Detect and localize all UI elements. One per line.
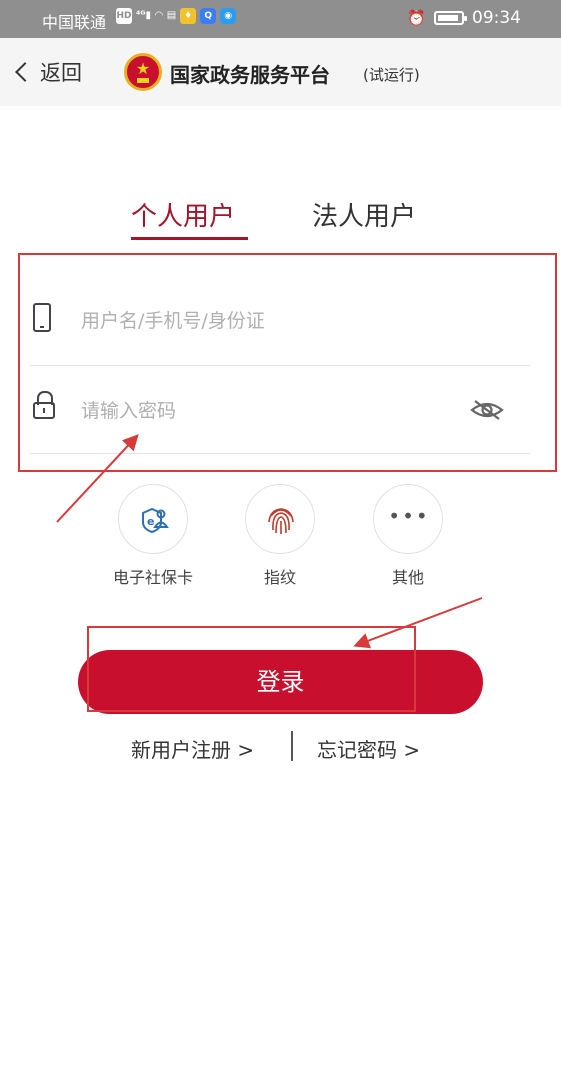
alt-login-circle: e [118,484,188,554]
search-app-icon: Q [200,8,217,24]
page-title: 国家政务服务平台 [170,63,330,87]
alarm-icon: ⏰ [407,9,426,27]
alt-login-social-security-card[interactable]: e 电子社保卡 [98,484,208,588]
app-icon: ♦ [180,8,197,24]
status-right: ⏰ 09:34 [407,8,521,28]
svg-text:e: e [147,515,154,528]
app-header: 返回 国家政务服务平台 (试运行) [0,38,561,106]
4g-signal-icon: ⁴ᴳ▮ [136,10,152,21]
back-label: 返回 [40,61,82,85]
alt-login-label: 其他 [391,568,424,587]
alt-login-label: 指纹 [263,568,296,587]
fingerprint-icon [268,508,294,534]
annotation-box-form [18,253,557,472]
bulb-app-icon: ◉ [220,8,237,24]
clock: 09:34 [472,8,521,28]
active-tab-indicator [131,237,248,240]
battery-icon [434,11,467,25]
alt-login-fingerprint[interactable]: 指纹 [225,484,335,588]
alt-login-other[interactable]: ••• 其他 [353,484,463,588]
wifi-icon: ◠ [155,10,163,21]
tab-personal-user[interactable]: 个人用户 [131,196,235,233]
social-security-card-icon: e [142,507,169,534]
more-icon: ••• [388,504,430,528]
national-emblem-logo [124,53,162,91]
hd-icon: HD [116,8,132,24]
chevron-left-icon [15,62,35,82]
forgot-password-link[interactable]: 忘记密码 > [317,734,420,763]
alt-login-circle [245,484,315,554]
status-icons: HD ⁴ᴳ▮ ◠ ▤ ♦ Q ◉ [116,8,237,24]
status-bar: 中国联通 HD ⁴ᴳ▮ ◠ ▤ ♦ Q ◉ ⏰ 09:34 [0,0,561,38]
alt-login-label: 电子社保卡 [112,568,193,587]
register-link[interactable]: 新用户注册 > [131,734,254,763]
carrier-label: 中国联通 [42,13,107,32]
tab-legal-user[interactable]: 法人用户 [312,196,416,233]
page-subtitle: (试运行) [363,66,420,84]
alt-login-circle: ••• [373,484,443,554]
link-divider [291,731,293,761]
sim-icon: ▤ [166,10,177,21]
back-button[interactable]: 返回 [15,57,82,87]
annotation-box-login [87,626,416,712]
